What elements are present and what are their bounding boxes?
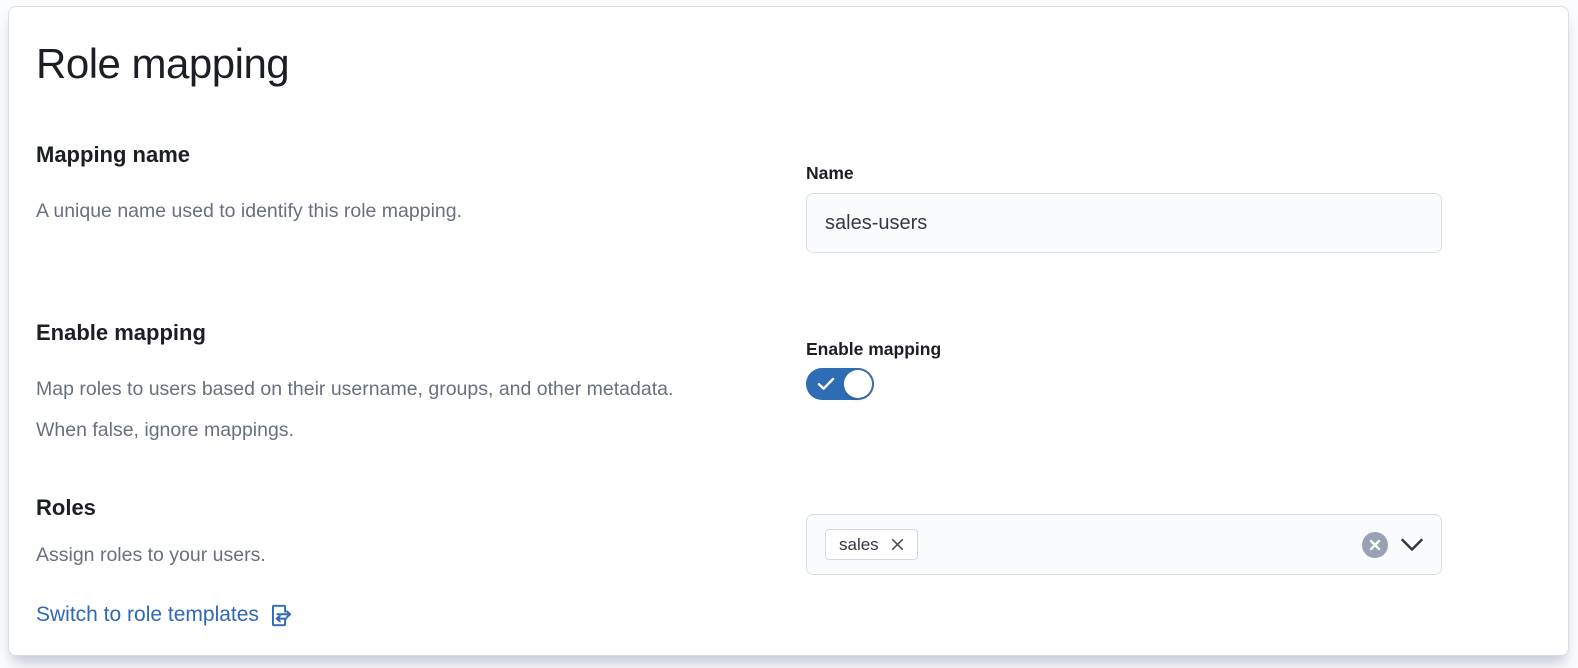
selected-role-label: sales (839, 535, 879, 555)
remove-role-icon[interactable] (888, 535, 907, 554)
name-input[interactable] (806, 193, 1442, 253)
roles-description: Assign roles to your users. (36, 542, 701, 568)
enable-mapping-heading: Enable mapping (36, 319, 701, 347)
mapping-name-field-group: Name (806, 162, 1442, 253)
switch-to-role-templates-label: Switch to role templates (36, 602, 259, 628)
mapping-name-section: Mapping name A unique name used to ident… (36, 141, 701, 232)
toggle-thumb (844, 370, 872, 398)
roles-combo-box[interactable]: sales (806, 514, 1442, 575)
switch-to-role-templates-link[interactable]: Switch to role templates (36, 602, 292, 628)
roles-field-group: sales (806, 514, 1442, 575)
enable-mapping-description: Map roles to users based on their userna… (36, 369, 701, 451)
clear-all-icon[interactable] (1362, 532, 1388, 558)
enable-mapping-section: Enable mapping Map roles to users based … (36, 319, 701, 451)
roles-section: Roles Assign roles to your users. Switch… (36, 494, 701, 628)
name-field-label: Name (806, 163, 854, 183)
role-mapping-panel: Role mapping Mapping name A unique name … (8, 6, 1569, 656)
roles-heading: Roles (36, 494, 701, 522)
selected-role-pill: sales (825, 529, 918, 560)
mapping-name-description: A unique name used to identify this role… (36, 191, 701, 232)
mapping-name-heading: Mapping name (36, 141, 701, 169)
check-icon (817, 377, 835, 394)
input-output-icon (267, 603, 292, 628)
enable-mapping-toggle-label: Enable mapping (806, 339, 941, 359)
page-title: Role mapping (36, 39, 289, 89)
enable-mapping-field-group: Enable mapping (806, 338, 1442, 400)
chevron-down-icon[interactable] (1399, 537, 1425, 553)
enable-mapping-toggle[interactable] (806, 368, 874, 400)
